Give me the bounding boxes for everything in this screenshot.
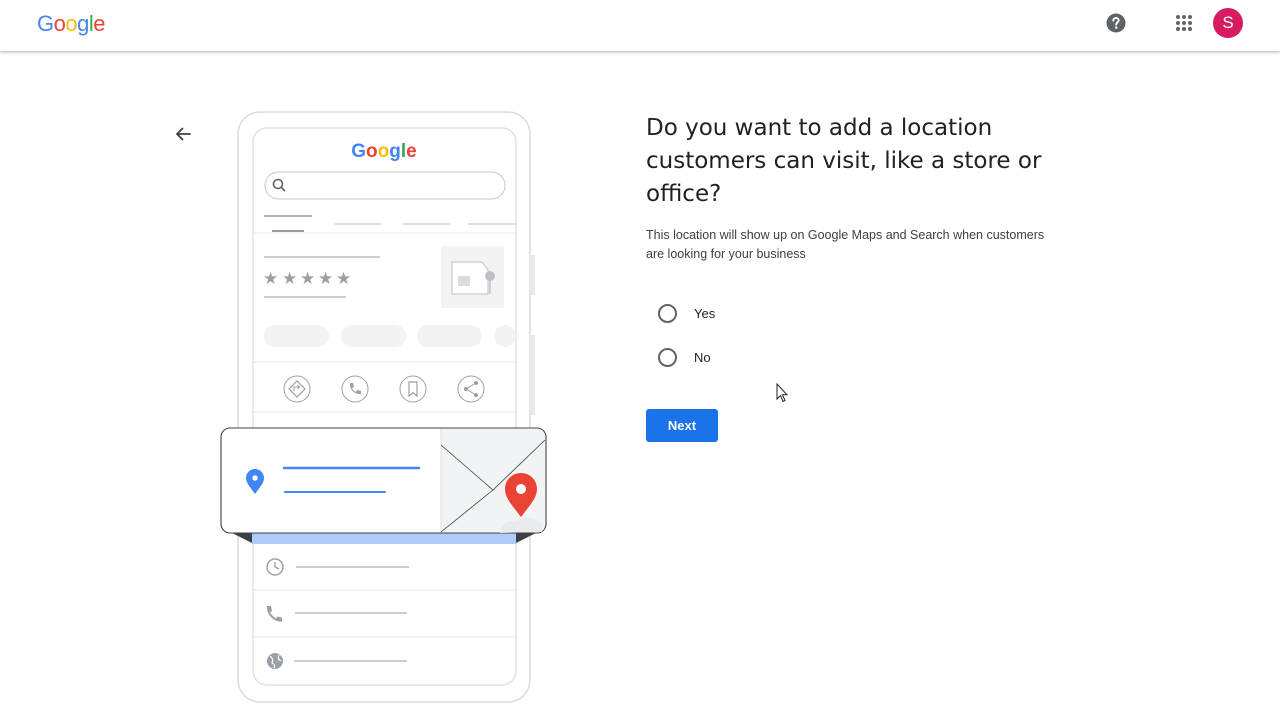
help-icon[interactable]	[1106, 13, 1126, 33]
mouse-cursor-icon	[776, 383, 789, 403]
share-icon	[457, 375, 485, 403]
svg-text:★: ★	[263, 269, 278, 289]
phone-icon	[341, 375, 369, 403]
directions-icon	[283, 375, 311, 403]
svg-text:★: ★	[300, 269, 315, 289]
yes-radio[interactable]	[658, 303, 677, 323]
phone-illustration: Google ★ ★ ★ ★ ★	[220, 111, 547, 703]
google-logo[interactable]: Google	[37, 11, 106, 37]
option-yes[interactable]: Yes	[658, 302, 715, 324]
logo-letter: o	[65, 11, 78, 36]
page-question: Do you want to add a location customers …	[646, 115, 1042, 207]
main-content	[27, 53, 1252, 720]
next-button[interactable]: Next	[646, 409, 718, 442]
apps-icon[interactable]	[1175, 14, 1193, 32]
page-subtitle: This location will show up on Google Map…	[646, 228, 1045, 261]
back-arrow-icon[interactable]	[174, 125, 192, 143]
left-gutter	[0, 52, 27, 720]
top-bar: Google S	[0, 0, 1280, 52]
logo-letter: g	[77, 11, 89, 36]
avatar[interactable]: S	[1213, 8, 1243, 38]
logo-letter: G	[37, 11, 54, 36]
right-gutter	[1252, 52, 1280, 720]
bookmark-icon	[399, 375, 427, 403]
no-radio[interactable]	[658, 347, 677, 367]
option-label: Yes	[694, 305, 716, 321]
logo-letter: o	[53, 11, 66, 36]
globe-icon	[267, 653, 283, 669]
option-no[interactable]: No	[658, 346, 711, 368]
svg-text:★: ★	[282, 269, 297, 289]
svg-text:★: ★	[318, 269, 333, 289]
svg-text:★: ★	[336, 269, 351, 289]
option-label: No	[694, 349, 711, 365]
svg-text:Google: Google	[351, 141, 416, 162]
logo-letter: e	[93, 11, 106, 36]
